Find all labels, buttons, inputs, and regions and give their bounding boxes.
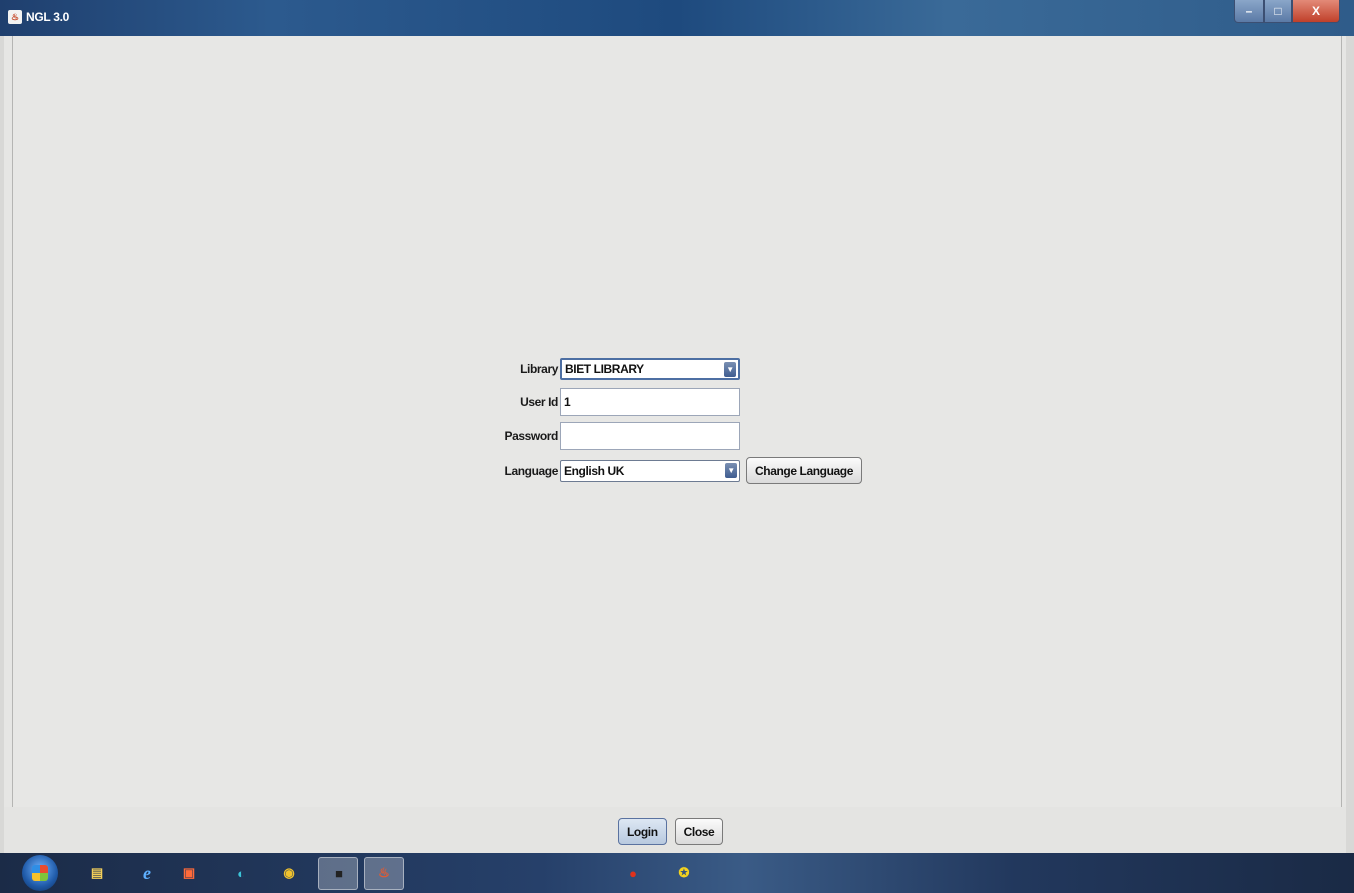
userid-label: User Id: [520, 395, 558, 409]
password-label: Password: [504, 429, 559, 443]
language-row: Language English UK ▼ Change Language: [488, 457, 863, 484]
language-label: Language: [504, 463, 559, 478]
window-title: NGL 3.0: [26, 10, 70, 24]
change-language-button[interactable]: Change Language: [746, 457, 863, 484]
windows-logo-icon: [32, 865, 48, 881]
edge-icon[interactable]: ◐: [230, 862, 252, 884]
media-player-icon[interactable]: ▣: [178, 862, 200, 884]
window-controls: – □ X: [1234, 0, 1340, 23]
library-select[interactable]: BIET LIBRARY ▼: [560, 358, 740, 380]
userid-row: User Id: [488, 388, 740, 416]
maximize-button[interactable]: □: [1264, 0, 1292, 23]
chrome-icon[interactable]: ◉: [278, 862, 300, 884]
chevron-down-icon[interactable]: ▼: [724, 362, 736, 377]
library-row: Library BIET LIBRARY ▼: [488, 358, 740, 380]
button-bar: Login Close: [4, 807, 1346, 853]
login-button[interactable]: Login: [618, 818, 667, 845]
start-button[interactable]: [22, 855, 58, 891]
tray-app-icon-2[interactable]: ✪: [673, 862, 695, 884]
terminal-icon[interactable]: ■: [328, 862, 350, 884]
close-button[interactable]: Close: [674, 818, 724, 845]
login-form: Library BIET LIBRARY ▼ User Id Password …: [488, 358, 888, 498]
chevron-down-icon[interactable]: ▼: [725, 462, 737, 478]
title-bar: ♨ NGL 3.0 – □ X: [0, 0, 1354, 36]
library-selected-value: BIET LIBRARY: [565, 362, 644, 376]
language-select[interactable]: English UK ▼: [560, 459, 740, 482]
userid-input[interactable]: [560, 388, 740, 416]
taskbar: ▤ e ▣ ◐ ◉ ■ ♨ ● ✪: [0, 853, 1354, 893]
window-content: Library BIET LIBRARY ▼ User Id Password …: [4, 36, 1346, 853]
tray-app-icon-1[interactable]: ●: [622, 862, 644, 884]
password-row: Password: [488, 422, 740, 450]
window-title-area: ♨ NGL 3.0: [8, 10, 69, 24]
minimize-button[interactable]: –: [1234, 0, 1264, 23]
file-explorer-icon[interactable]: ▤: [86, 862, 108, 884]
library-label: Library: [520, 362, 558, 376]
language-selected-value: English UK: [564, 463, 625, 478]
java-icon: ♨: [8, 10, 22, 24]
dialog-buttons: Login Close: [618, 818, 724, 845]
password-input[interactable]: [560, 422, 740, 450]
login-panel: Library BIET LIBRARY ▼ User Id Password …: [12, 36, 1342, 808]
internet-explorer-icon[interactable]: e: [136, 862, 158, 884]
close-window-button[interactable]: X: [1292, 0, 1340, 23]
java-app-icon[interactable]: ♨: [373, 862, 395, 884]
